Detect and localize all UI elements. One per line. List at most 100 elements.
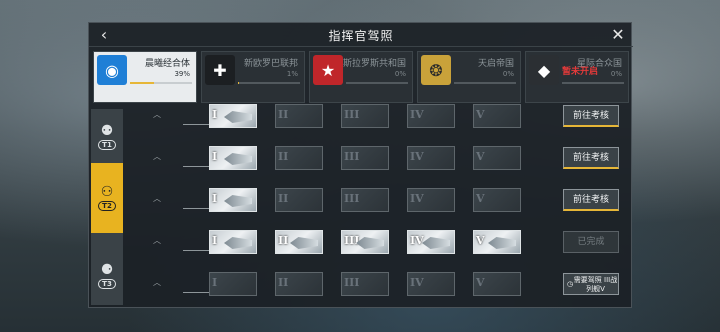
tier-tab-t2[interactable]: ⚇ T2 (91, 163, 123, 233)
completed-button[interactable]: 已完成 (563, 231, 619, 253)
tier-label: T3 (98, 279, 116, 289)
action-label: 前往考核 (572, 153, 609, 163)
license-level-cell[interactable]: IV (407, 104, 455, 128)
level-numeral: I (212, 108, 218, 121)
license-level-cell[interactable]: I (209, 272, 257, 296)
level-numeral: V (476, 276, 485, 289)
clock-icon: ◷ (567, 280, 574, 288)
action-label: 前往考核 (572, 111, 609, 121)
level-numeral: V (476, 108, 485, 121)
faction-tab-4[interactable]: ◆ 星际合众国 0% 暂未开启 (525, 51, 629, 103)
faction-percent: 0% (502, 70, 514, 78)
license-level-cell[interactable]: III (341, 230, 389, 254)
page-title: 指挥官驾照 (328, 29, 394, 43)
license-level-cell[interactable]: II (275, 230, 323, 254)
faction-status: 暂未开启 (562, 67, 599, 77)
close-icon[interactable]: ✕ (609, 25, 627, 45)
faction-tab-0[interactable]: ◉ 晨曦经合体 39% (93, 51, 197, 103)
faction-progress-fill (238, 82, 239, 84)
tier-sidebar: ⚉ T1 ⚇ T2 ⚈ T3 (91, 109, 123, 305)
level-numeral: IV (410, 108, 424, 121)
chevron-up-icon: ︿ (153, 110, 161, 119)
chevron-up-icon: ︿ (153, 194, 161, 203)
level-numeral: I (212, 150, 218, 163)
license-level-cell[interactable]: IV (407, 272, 455, 296)
go-assess-button[interactable]: 前往考核 (563, 105, 619, 127)
ship-row-1: ︿驱逐舰IIIIIIIVV前往考核 (143, 145, 623, 171)
tier-tab-t1[interactable]: ⚉ T1 (91, 117, 123, 157)
license-level-cell[interactable]: II (275, 188, 323, 212)
commander-license-panel: ‹ 指挥官驾照 ✕ ◉ 晨曦经合体 39% ✚ 新欧罗巴联邦 1% ★ 斯拉罗斯共和国 0% ❂ 天… (88, 22, 633, 308)
level-numeral: II (278, 234, 289, 247)
faction-progress-bar (238, 82, 300, 84)
license-level-cell[interactable]: III (341, 272, 389, 296)
level-numeral: III (344, 108, 360, 121)
tier-tab-t3[interactable]: ⚈ T3 (91, 253, 123, 299)
chevron-up-icon: ︿ (153, 278, 161, 287)
faction-progress-fill (130, 82, 155, 84)
license-level-cell[interactable]: III (341, 146, 389, 170)
faction-tab-1[interactable]: ✚ 新欧罗巴联邦 1% (201, 51, 305, 103)
faction-emblem-icon: ★ (313, 55, 343, 85)
action-label: 前往考核 (572, 195, 609, 205)
license-level-cell[interactable]: I (209, 188, 257, 212)
level-numeral: II (278, 108, 289, 121)
level-numeral: IV (410, 234, 424, 247)
level-numeral: IV (410, 150, 424, 163)
faction-emblem-icon: ◉ (97, 55, 127, 85)
license-level-cell[interactable]: IV (407, 188, 455, 212)
chevron-up-icon: ︿ (153, 236, 161, 245)
tier-icon: ⚇ (100, 184, 114, 200)
license-level-cell[interactable]: V (473, 230, 521, 254)
faction-name: 天启帝国 (477, 59, 514, 69)
faction-emblem-icon: ✚ (205, 55, 235, 85)
faction-tab-2[interactable]: ★ 斯拉罗斯共和国 0% (309, 51, 413, 103)
license-level-cell[interactable]: I (209, 230, 257, 254)
faction-emblem-icon: ❂ (421, 55, 451, 85)
license-level-cell[interactable]: V (473, 146, 521, 170)
faction-name: 晨曦经合体 (144, 59, 190, 69)
level-numeral: V (476, 150, 485, 163)
license-level-cell[interactable]: II (275, 272, 323, 296)
faction-name: 斯拉罗斯共和国 (342, 59, 406, 69)
tier-label: T2 (98, 201, 116, 211)
tier-icon: ⚉ (100, 123, 114, 139)
level-numeral: III (344, 276, 360, 289)
requirement-button[interactable]: ◷ 需要驾照 III战列舰V (563, 273, 619, 295)
faction-progress-bar (346, 82, 408, 84)
faction-progress-bar (562, 82, 624, 84)
license-level-cell[interactable]: V (473, 104, 521, 128)
level-numeral: V (476, 234, 485, 247)
panel-header: ‹ 指挥官驾照 ✕ (89, 23, 633, 47)
ship-row-0: ︿护卫舰IIIIIIIVV前往考核 (143, 103, 623, 129)
ship-row-3: ︿战巡舰IIIIIIIVV已完成 (143, 229, 623, 255)
level-numeral: III (344, 234, 360, 247)
license-level-cell[interactable]: V (473, 272, 521, 296)
license-level-cell[interactable]: IV (407, 230, 455, 254)
license-level-cell[interactable]: III (341, 188, 389, 212)
faction-percent: 0% (610, 70, 622, 78)
level-numeral: IV (410, 276, 424, 289)
license-level-cell[interactable]: III (341, 104, 389, 128)
ship-row-2: ︿巡洋舰IIIIIIIVV前往考核 (143, 187, 623, 213)
license-level-cell[interactable]: IV (407, 146, 455, 170)
go-assess-button[interactable]: 前往考核 (563, 189, 619, 211)
license-level-cell[interactable]: II (275, 146, 323, 170)
license-level-cell[interactable]: I (209, 104, 257, 128)
level-numeral: II (278, 192, 289, 205)
faction-tabs: ◉ 晨曦经合体 39% ✚ 新欧罗巴联邦 1% ★ 斯拉罗斯共和国 0% ❂ 天启帝国 0% ◆ 星际合众… (93, 51, 629, 103)
license-level-cell[interactable]: V (473, 188, 521, 212)
license-level-cell[interactable]: I (209, 146, 257, 170)
chevron-up-icon: ︿ (153, 152, 161, 161)
level-numeral: II (278, 276, 289, 289)
tier-icon: ⚈ (100, 262, 114, 278)
license-level-cell[interactable]: II (275, 104, 323, 128)
level-numeral: III (344, 150, 360, 163)
action-label: 需要驾照 III战列舰V (573, 276, 618, 293)
ship-row-4: ︿战列舰IIIIIIIVV◷需要驾照 III战列舰V (143, 271, 623, 297)
faction-progress-bar (130, 82, 192, 84)
go-assess-button[interactable]: 前往考核 (563, 147, 619, 169)
level-numeral: II (278, 150, 289, 163)
faction-tab-3[interactable]: ❂ 天启帝国 0% (417, 51, 521, 103)
level-numeral: I (212, 192, 218, 205)
